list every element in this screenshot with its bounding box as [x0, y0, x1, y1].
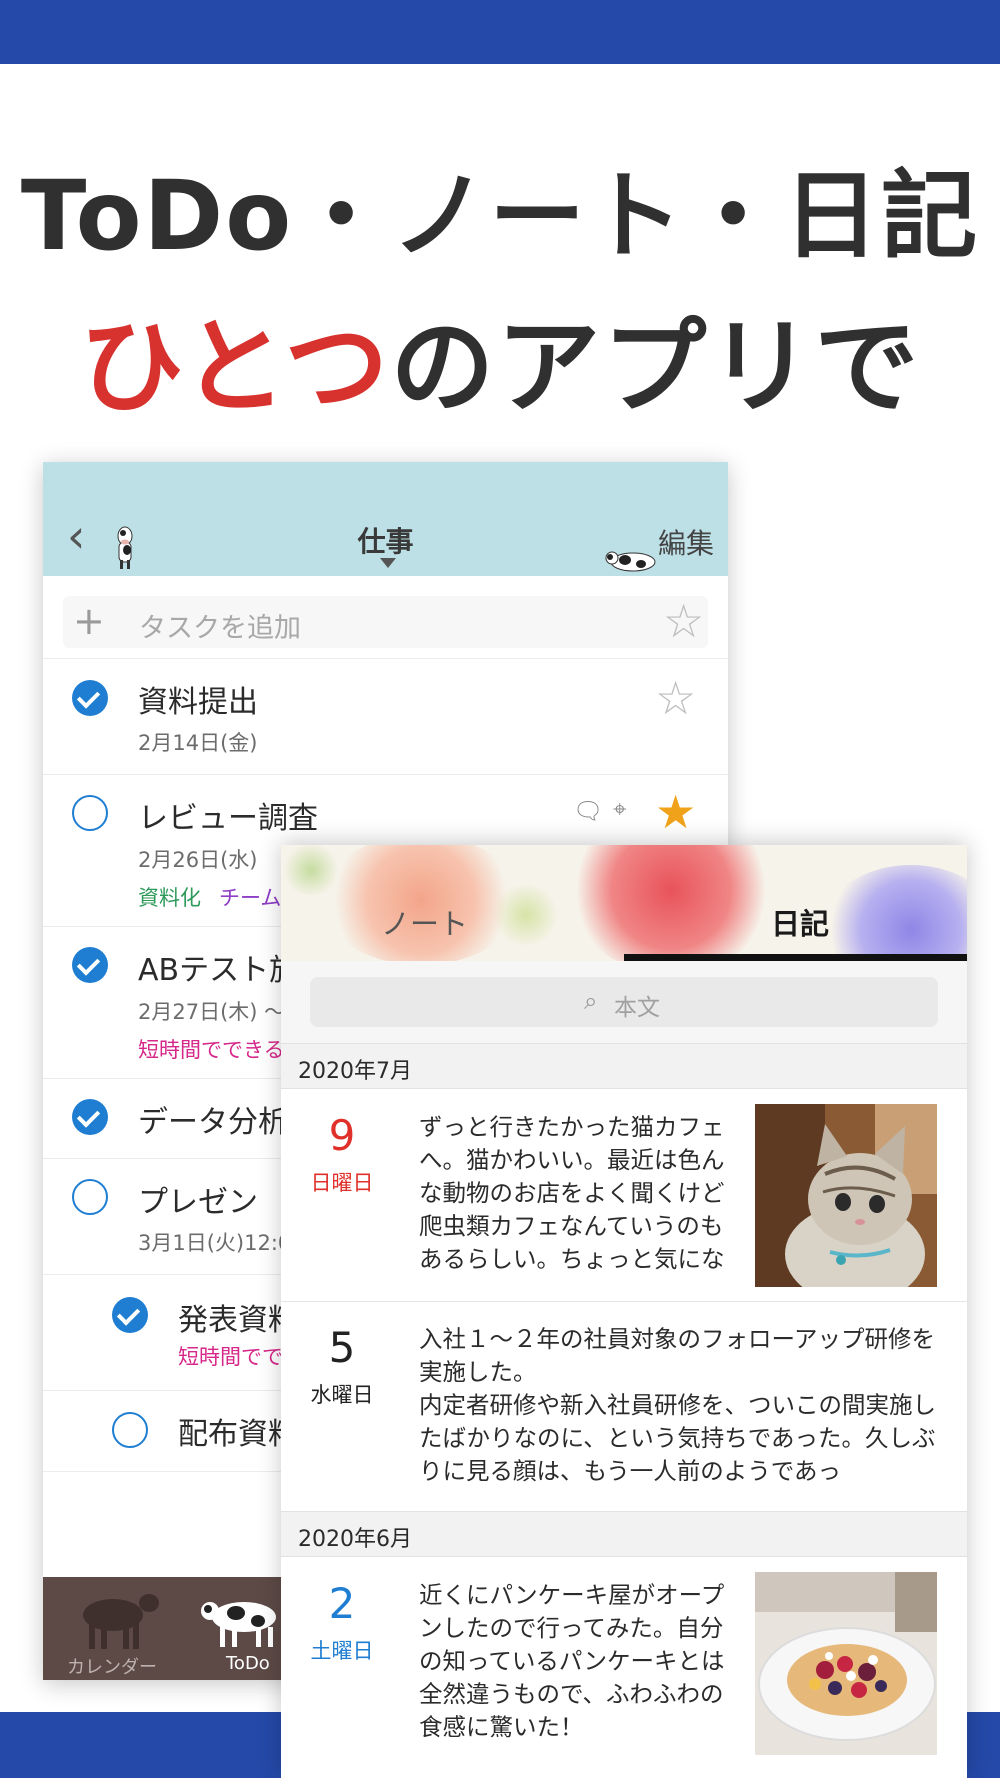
flower-illustration	[821, 865, 967, 961]
task-title: ABテスト施	[138, 953, 300, 988]
task-tag[interactable]: 資料化	[138, 882, 201, 912]
unchecked-circle-icon[interactable]	[72, 795, 108, 831]
task-title: 発表資料	[178, 1303, 298, 1338]
comment-icon: 🗨	[573, 797, 604, 825]
star-outline-icon[interactable]: ☆	[655, 675, 696, 721]
task-tag[interactable]: チーム	[219, 882, 281, 912]
diary-app-screen: ノート 日記 ⌕ 本文 2020年7月 9 日曜日 ずっと行きたかった猫カフェへ…	[281, 845, 967, 1778]
search-field[interactable]: ⌕ 本文	[310, 977, 938, 1027]
list-dropdown-caret-icon[interactable]	[380, 558, 396, 568]
entry-photo-pancake[interactable]	[755, 1572, 937, 1755]
add-task-bar[interactable]: + タスクを追加 ☆	[63, 596, 708, 648]
lying-cow-icon	[605, 551, 656, 572]
task-title: 配布資料	[178, 1417, 298, 1452]
entry-weekday: 水曜日	[310, 1383, 374, 1407]
unchecked-circle-icon[interactable]	[72, 1179, 108, 1215]
month-label: 2020年6月	[298, 1527, 412, 1552]
task-row[interactable]: 資料提出 2月14日(金) ☆	[43, 658, 728, 775]
task-title: データ分析	[138, 1105, 288, 1140]
task-date: 2月26日(水)	[138, 848, 258, 872]
entry-photo-cat[interactable]	[755, 1104, 937, 1287]
entry-weekday: 土曜日	[310, 1639, 374, 1663]
todo-header: ‹ 仕事 編集	[43, 462, 728, 576]
tab-todo-label: ToDo	[226, 1653, 270, 1674]
unchecked-circle-icon[interactable]	[112, 1412, 148, 1448]
diary-header: ノート 日記	[281, 845, 967, 961]
task-title: プレゼン	[138, 1185, 258, 1220]
star-outline-icon[interactable]: ☆	[663, 598, 704, 644]
headline-highlight: ひとつ	[79, 306, 391, 428]
leaf-illustration	[281, 845, 341, 895]
headline-line2: ひとつのアプリで	[0, 282, 1000, 433]
entry-day: 9	[328, 1111, 356, 1160]
entry-text: 入社１～２年の社員対象のフォローアップ研修を実施した。	[419, 1325, 936, 1386]
diary-entry[interactable]: 9 日曜日 ずっと行きたかった猫カフェへ。猫かわいい。最近は色んな動物のお店をよ…	[281, 1089, 967, 1302]
entry-day: 2	[328, 1579, 356, 1628]
tab-calendar-label: カレンダー	[67, 1657, 157, 1678]
cow-icon	[201, 1602, 276, 1647]
edit-button[interactable]: 編集	[658, 522, 714, 562]
diary-entry[interactable]: 5 水曜日 入社１～２年の社員対象のフォローアップ研修を実施した。 内定者研修や…	[281, 1301, 967, 1512]
flower-illustration	[571, 845, 771, 961]
month-label: 2020年7月	[298, 1059, 412, 1084]
headline-line1: ToDo・ノート・日記	[20, 160, 980, 272]
entry-day: 5	[328, 1323, 356, 1372]
task-title: 資料提出	[138, 685, 258, 720]
entry-text: ずっと行きたかった猫カフェへ。猫かわいい。最近は色んな動物のお店をよく聞くけど爬…	[419, 1113, 725, 1273]
segment-note[interactable]: ノート	[381, 901, 468, 943]
task-note: 短時間でできる	[138, 1038, 285, 1062]
task-date: 2月27日(木) ～	[138, 1000, 286, 1024]
task-date: 2月14日(金)	[138, 731, 258, 755]
entry-text-continued: 内定者研修や新入社員研修を、ついこの間実施したばかりなのに、という気持ちであった…	[419, 1391, 936, 1485]
month-header: 2020年7月	[281, 1043, 967, 1089]
diary-entry[interactable]: 2 土曜日 近くにパンケーキ屋がオープンしたので行ってみた。自分の知っているパン…	[281, 1557, 967, 1778]
checked-circle-icon[interactable]	[72, 680, 108, 716]
search-area: ⌕ 本文	[281, 961, 967, 1043]
entry-text: 近くにパンケーキ屋がオープンしたので行ってみた。自分の知っているパンケーキとは全…	[419, 1581, 725, 1741]
star-filled-icon[interactable]: ★	[655, 789, 696, 835]
task-title: レビュー調査	[138, 801, 318, 836]
search-icon: ⌕	[584, 987, 598, 1015]
checked-circle-icon[interactable]	[72, 1099, 108, 1135]
top-banner-bar	[0, 0, 1000, 64]
headline-rest: のアプリで	[390, 306, 921, 428]
plus-icon[interactable]: +	[73, 596, 105, 646]
segment-diary[interactable]: 日記	[771, 901, 829, 943]
task-date: 3月1日(火)12:0	[138, 1231, 292, 1255]
month-header: 2020年6月	[281, 1511, 967, 1557]
entry-weekday: 日曜日	[310, 1171, 374, 1195]
checked-circle-icon[interactable]	[72, 947, 108, 983]
search-placeholder: 本文	[614, 995, 660, 1021]
location-pin-icon: ⌖	[613, 795, 627, 823]
add-task-input[interactable]: タスクを追加	[139, 606, 301, 645]
checked-circle-icon[interactable]	[112, 1297, 148, 1333]
active-segment-indicator	[624, 954, 967, 961]
task-note: 短時間でで	[178, 1345, 283, 1369]
leaf-illustration	[491, 885, 561, 945]
cow-silhouette-icon	[83, 1594, 159, 1649]
